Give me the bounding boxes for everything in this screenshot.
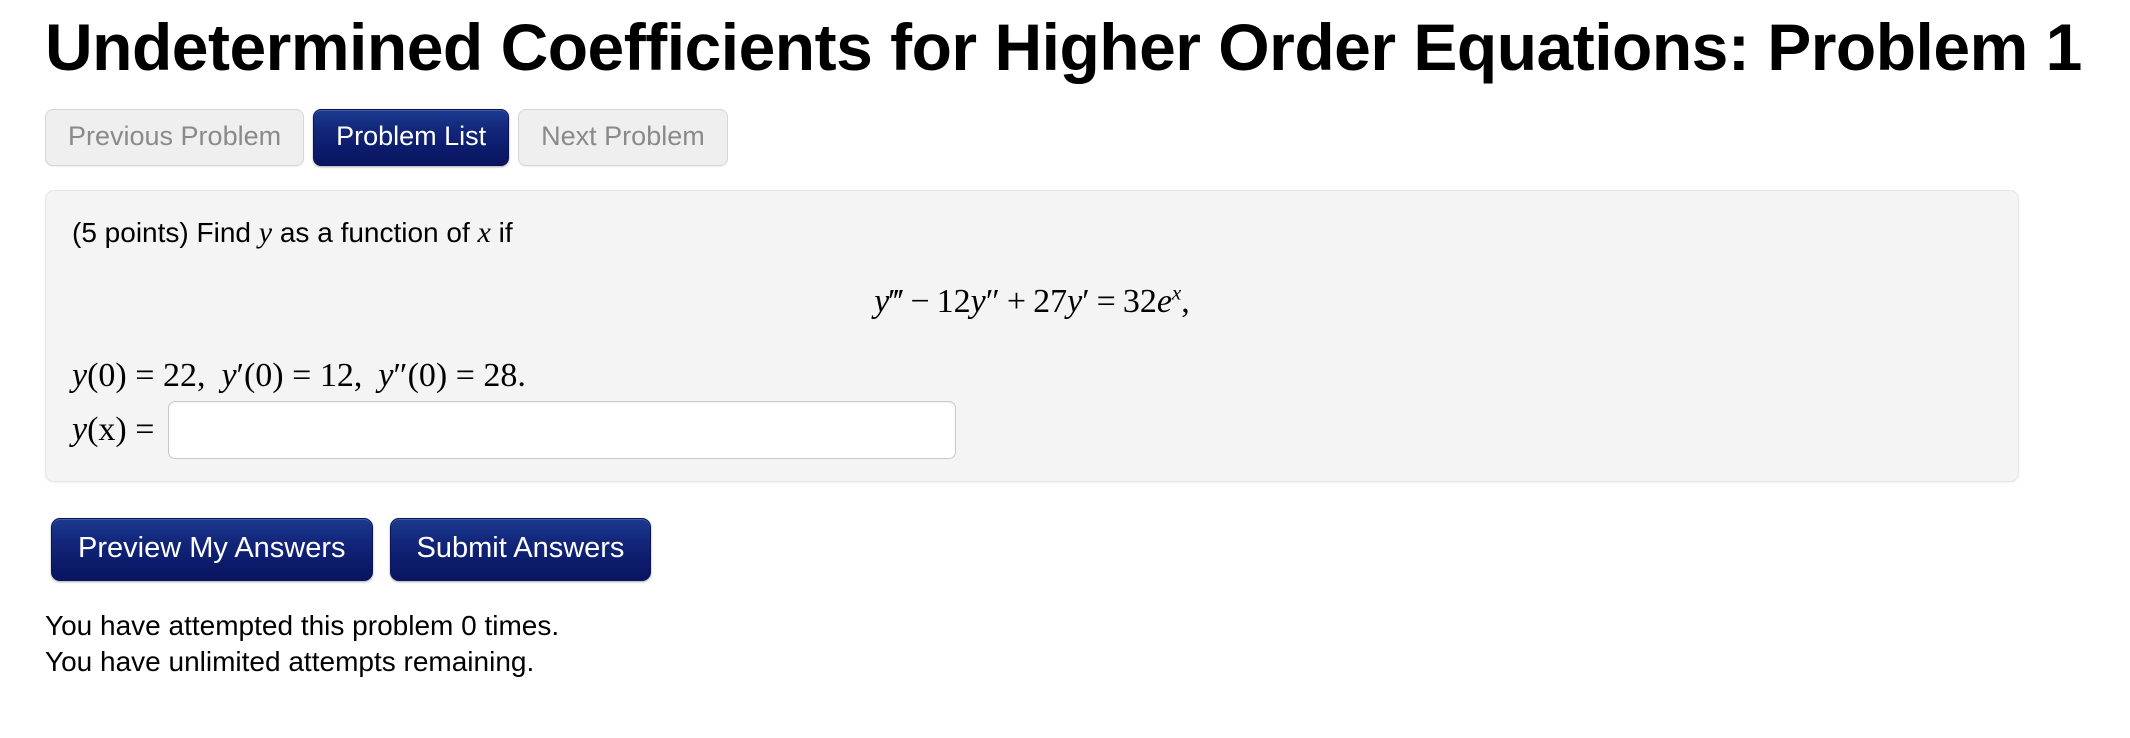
equation-equals-sign: =: [1096, 283, 1116, 320]
ic2-value: 12: [319, 357, 354, 394]
ic3-argument: (0): [407, 357, 448, 394]
equation-operator-plus: +: [1006, 283, 1027, 320]
page-title: Undetermined Coefficients for Higher Ord…: [45, 10, 2082, 84]
problem-panel: (5 points) Find y as a function of x if …: [45, 190, 2019, 482]
equation-term3-primes: ′: [1082, 283, 1090, 320]
answer-label-argument: (x): [87, 411, 127, 448]
problem-prompt-suffix: if: [498, 217, 513, 248]
ic1-separator: ,: [196, 357, 206, 394]
equation-term2-primes: ″: [985, 283, 1000, 320]
equation-rhs-exponent: x: [1171, 280, 1182, 305]
ic2-primes: ′: [236, 357, 244, 394]
answer-label: y(x) =: [72, 411, 168, 449]
problem-page: Undetermined Coefficients for Higher Ord…: [0, 0, 2130, 738]
initial-condition-item: y′(0) = 12,: [221, 357, 362, 394]
equation-lhs-primes: ‴: [889, 283, 904, 320]
ic1-equals: =: [135, 357, 155, 394]
problem-prompt-variable-x: x: [477, 216, 491, 249]
answer-label-equals: =: [135, 411, 155, 448]
preview-my-answers-button[interactable]: Preview My Answers: [51, 518, 373, 581]
ic1-argument: (0): [87, 357, 127, 394]
ic3-equals: =: [455, 357, 475, 394]
problem-prompt: (5 points) Find y as a function of x if: [72, 215, 1992, 251]
equation-rhs-base: e: [1156, 283, 1172, 320]
problem-prompt-middle: as a function of: [279, 217, 470, 248]
problem-prompt-variable-y: y: [258, 216, 273, 249]
ic1-variable: y: [72, 357, 88, 394]
ic3-variable: y: [378, 357, 394, 394]
equation-lhs-variable: y: [874, 283, 890, 320]
initial-conditions: y(0) = 22, y′(0) = 12, y″(0) = 28.: [72, 357, 1992, 395]
attempts-status: You have attempted this problem 0 times.…: [45, 608, 2085, 680]
equation-trailing-comma: ,: [1181, 283, 1190, 320]
problem-list-button[interactable]: Problem List: [313, 109, 510, 166]
ic3-value: 28: [483, 357, 518, 394]
attempts-remaining-text: You have unlimited attempts remaining.: [45, 645, 535, 677]
equation-term3-variable: y: [1067, 283, 1083, 320]
equation-rhs-coefficient: 32: [1122, 283, 1157, 320]
ic2-separator: ,: [353, 357, 363, 394]
answer-row: y(x) =: [72, 401, 1992, 459]
initial-condition-item: y(0) = 22,: [72, 357, 205, 394]
equation-term2-coefficient: 12: [936, 283, 971, 320]
ic3-separator: .: [517, 357, 526, 394]
problem-prompt-prefix: (5 points) Find: [72, 217, 251, 248]
attempts-made-text: You have attempted this problem 0 times.: [45, 610, 560, 641]
equation-term3-coefficient: 27: [1033, 283, 1068, 320]
answer-input[interactable]: [168, 401, 957, 459]
ic2-variable: y: [221, 357, 237, 394]
ic3-primes: ″: [393, 357, 408, 394]
equation-term2-variable: y: [970, 283, 986, 320]
problem-navigation: Previous Problem Problem List Next Probl…: [45, 109, 2085, 166]
previous-problem-button[interactable]: Previous Problem: [45, 109, 305, 166]
ic2-argument: (0): [243, 357, 284, 394]
differential-equation: y‴ −12y″ +27y′ = 32ex,: [72, 280, 1992, 321]
initial-condition-item: y″(0) = 28.: [378, 357, 526, 394]
submit-answers-button[interactable]: Submit Answers: [389, 518, 652, 581]
ic2-equals: =: [292, 357, 312, 394]
equation-operator-minus: −: [910, 283, 930, 320]
submit-actions: Preview My Answers Submit Answers: [45, 518, 2085, 581]
next-problem-button[interactable]: Next Problem: [518, 109, 728, 166]
answer-label-variable: y: [72, 411, 88, 448]
ic1-value: 22: [162, 357, 197, 394]
